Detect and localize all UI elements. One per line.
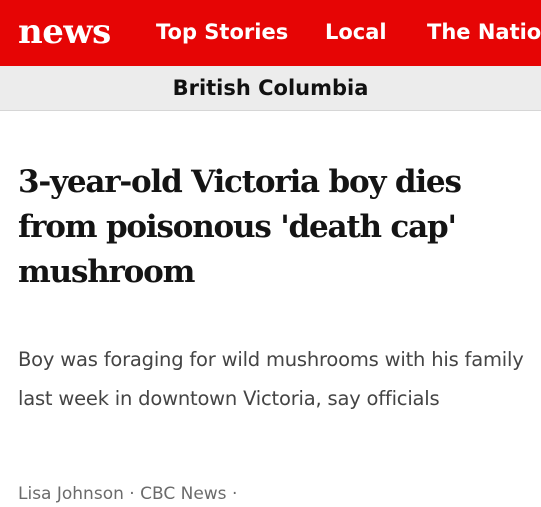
article-headline: 3-year-old Victoria boy dies from poison… — [18, 164, 462, 290]
top-navigation-bar: news Top Stories Local The Natio — [0, 0, 541, 66]
byline-separator: · — [123, 484, 141, 504]
nav-link-the-national[interactable]: The Natio — [427, 18, 541, 46]
byline-trailing-separator: · — [226, 484, 238, 504]
section-title-link[interactable]: British Columbia — [173, 66, 369, 111]
nav-link-local[interactable]: Local — [325, 18, 387, 46]
section-header-bar: British Columbia — [0, 66, 541, 111]
author-name[interactable]: Lisa Johnson — [18, 484, 124, 504]
news-logo[interactable]: news — [18, 11, 111, 53]
article-summary: Boy was foraging for wild mushrooms with… — [18, 348, 524, 410]
nav-link-top-stories[interactable]: Top Stories — [156, 18, 288, 46]
source-name: CBC News — [140, 484, 227, 504]
article-byline: Lisa Johnson · CBC News · — [18, 481, 518, 507]
